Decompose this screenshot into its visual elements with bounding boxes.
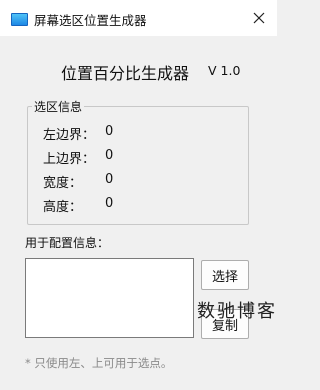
left-bound-value: 0 (105, 124, 114, 139)
config-info-label: 用于配置信息： (25, 236, 110, 250)
width-value: 0 (105, 172, 114, 187)
app-window: 屏幕选区位置生成器 位置百分比生成器 V 1.0 选区信息 左边界： 0 上边界… (0, 0, 277, 390)
width-label: 宽度： (43, 176, 83, 191)
usage-footnote: * 只使用左、上可用于选点。 (25, 356, 173, 370)
title-bar: 屏幕选区位置生成器 (0, 0, 277, 36)
page-title: 位置百分比生成器 (61, 64, 190, 83)
top-bound-label: 上边界： (43, 152, 96, 167)
height-label: 高度： (43, 200, 83, 215)
left-bound-label: 左边界： (43, 128, 96, 143)
close-button[interactable] (247, 6, 271, 30)
top-bound-value: 0 (105, 148, 114, 163)
app-window-icon (11, 13, 28, 26)
height-value: 0 (105, 196, 114, 211)
selection-info-legend: 选区信息 (32, 98, 85, 115)
version-label: V 1.0 (208, 63, 241, 78)
config-info-textarea[interactable] (25, 258, 194, 338)
select-button[interactable]: 选择 (201, 260, 249, 290)
window-title: 屏幕选区位置生成器 (34, 13, 147, 28)
copy-button[interactable]: 复制 (201, 309, 249, 339)
close-icon (253, 12, 265, 24)
